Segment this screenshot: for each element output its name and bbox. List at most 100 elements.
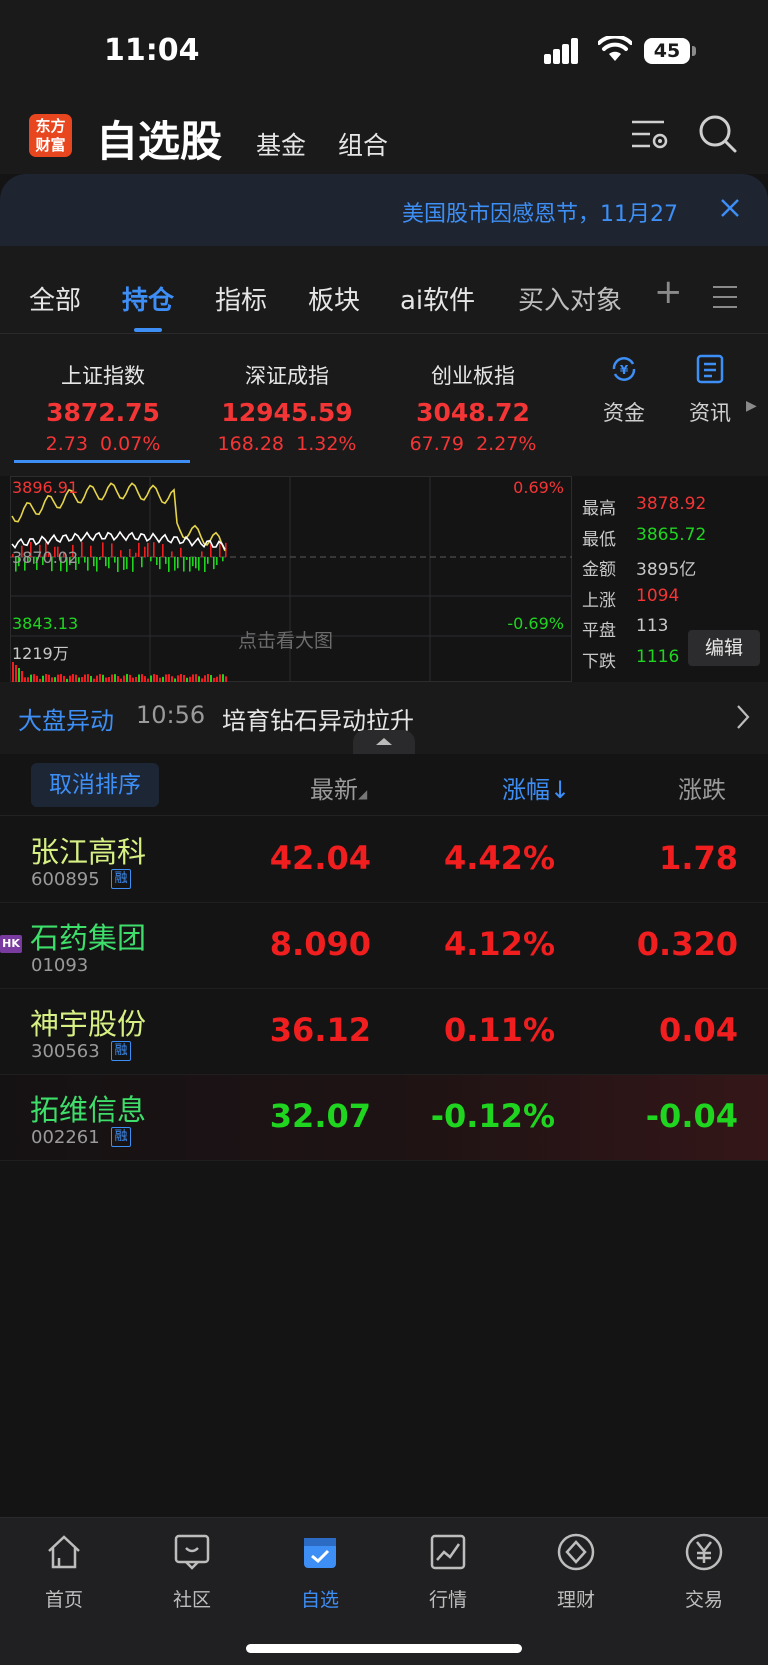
notice-banner[interactable]: 美国股市因感恩节，11月27 — [0, 174, 768, 246]
volume-bar — [138, 674, 140, 682]
stock-row[interactable]: 张江高科 600895 融 42.04 4.42% 1.78 — [0, 817, 768, 903]
index-name: 创业板指 — [431, 364, 515, 388]
column-latest-price[interactable]: 最新◢ — [310, 770, 367, 805]
tab-buy-targets[interactable]: 买入对象 — [518, 280, 632, 317]
nav-watchlist[interactable]: 自选 — [256, 1532, 384, 1612]
index-value: 3872.75 — [46, 398, 160, 427]
cancel-sort-button[interactable]: 取消排序 — [31, 763, 159, 807]
active-index-indicator — [14, 460, 190, 463]
change-bar — [93, 557, 95, 567]
volume-bar — [204, 675, 206, 682]
edit-button[interactable]: 编辑 — [688, 630, 760, 666]
index-card-shanghai[interactable]: 上证指数 3872.75 2.73 0.07% — [8, 360, 198, 455]
stock-row[interactable]: 神宇股份 300563 融 36.12 0.11% 0.04 — [0, 989, 768, 1075]
stock-price: 8.090 — [269, 925, 371, 963]
status-time: 11:04 — [104, 33, 200, 68]
change-bar — [219, 542, 221, 557]
index-change: 2.73 0.07% — [8, 433, 198, 455]
stock-name: 张江高科 — [30, 835, 147, 869]
change-bar — [87, 557, 89, 571]
stock-row[interactable]: 拓维信息 002261 融 32.07 -0.12% -0.04 — [0, 1075, 768, 1161]
settings-list-icon[interactable] — [630, 118, 670, 154]
volume-bar — [84, 674, 86, 682]
intraday-chart-area[interactable]: 3896.91 3870.02 3843.13 0.69% -0.69% 121… — [0, 476, 768, 682]
bottom-navigation: 首页 社区 自选 行情 理财 交易 — [0, 1517, 768, 1665]
logo-line-2: 财富 — [35, 136, 66, 154]
change-bar — [171, 551, 173, 557]
nav-home[interactable]: 首页 — [0, 1532, 128, 1612]
change-bar — [99, 557, 101, 561]
index-change-pct: 0.07% — [100, 433, 161, 455]
change-bar — [135, 552, 137, 557]
volume-bar — [57, 674, 59, 682]
stat-label: 最低 — [582, 529, 616, 550]
nav-trade[interactable]: 交易 — [640, 1532, 768, 1612]
yuan-icon — [685, 1533, 723, 1571]
volume-bar — [21, 671, 23, 682]
stock-code: 300563 — [31, 1041, 100, 1062]
volume-bar — [156, 674, 158, 682]
news-button[interactable]: 资讯 — [680, 354, 740, 427]
change-bar — [186, 557, 188, 561]
volume-bar — [129, 674, 131, 682]
header-tab-funds[interactable]: 基金 — [256, 126, 306, 162]
stock-change-pct: -0.12% — [430, 1097, 555, 1135]
stock-name: 石药集团 — [30, 921, 147, 955]
hk-market-badge: HK — [0, 935, 22, 953]
tab-indicators[interactable]: 指标 — [215, 280, 267, 317]
margin-badge: 融 — [111, 1127, 131, 1147]
battery-tip — [692, 46, 696, 56]
volume-bar — [30, 674, 32, 682]
change-bar — [174, 557, 176, 571]
volume-bar — [168, 674, 170, 682]
chevron-right-icon[interactable] — [736, 704, 750, 730]
change-bar — [150, 557, 152, 562]
index-value: 3048.72 — [416, 398, 530, 427]
stock-price: 32.07 — [269, 1097, 371, 1135]
nav-market[interactable]: 行情 — [384, 1532, 512, 1612]
tab-all[interactable]: 全部 — [29, 280, 81, 317]
nav-label: 理财 — [556, 1589, 595, 1611]
change-bar — [147, 542, 149, 557]
index-card-shenzhen[interactable]: 深证成指 12945.59 168.28 1.32% — [192, 360, 382, 455]
header-tab-portfolio[interactable]: 组合 — [338, 126, 388, 162]
column-label: 涨幅 — [502, 776, 550, 804]
status-bar: 11:04 45 — [0, 0, 768, 100]
stock-price: 36.12 — [269, 1011, 371, 1049]
column-change[interactable]: 涨跌 — [678, 770, 768, 805]
change-bar — [81, 542, 83, 557]
app-header: 东方 财富 自选股 基金 组合 — [0, 100, 768, 174]
tab-sectors[interactable]: 板块 — [308, 280, 360, 317]
change-bar — [201, 551, 203, 557]
stat-value: 113 — [636, 616, 669, 636]
stock-row[interactable]: HK 石药集团 01093 8.090 4.12% 0.320 — [0, 903, 768, 989]
nav-community[interactable]: 社区 — [128, 1532, 256, 1612]
menu-icon[interactable] — [713, 286, 737, 316]
tab-ai-software[interactable]: ai软件 — [400, 280, 475, 317]
column-change-pct[interactable]: 涨幅↓ — [502, 770, 570, 805]
banner-text[interactable]: 美国股市因感恩节，11月27 — [402, 196, 698, 228]
collapse-chart-handle[interactable] — [353, 730, 415, 754]
index-card-chinext[interactable]: 创业板指 3048.72 67.79 2.27% — [378, 360, 568, 455]
add-tab-button[interactable]: + — [654, 272, 683, 312]
more-arrow-icon[interactable]: ▶ — [746, 398, 757, 414]
volume-bar — [72, 674, 74, 682]
battery-icon: 45 — [644, 38, 690, 64]
volume-bar — [177, 675, 179, 682]
volume-bar — [192, 674, 194, 682]
app-logo[interactable]: 东方 财富 — [29, 114, 72, 157]
capital-flow-button[interactable]: ¥ 资金 — [594, 354, 654, 427]
market-alert-bar[interactable]: 大盘异动 10:56 培育钻石异动拉升 — [0, 682, 768, 754]
home-icon — [48, 1535, 80, 1569]
nav-wealth[interactable]: 理财 — [512, 1532, 640, 1612]
close-icon[interactable] — [718, 196, 742, 220]
page-title[interactable]: 自选股 — [96, 108, 222, 169]
alert-time: 10:56 — [136, 701, 206, 729]
home-indicator[interactable] — [246, 1644, 522, 1653]
intraday-chart[interactable]: 3896.91 3870.02 3843.13 0.69% -0.69% 121… — [10, 476, 572, 682]
change-bar — [129, 548, 131, 557]
yuan-cycle-icon: ¥ — [612, 357, 636, 381]
tab-holdings[interactable]: 持仓 — [122, 280, 174, 317]
search-icon[interactable] — [698, 114, 738, 154]
tap-to-enlarge-hint[interactable]: 点击看大图 — [238, 626, 333, 653]
